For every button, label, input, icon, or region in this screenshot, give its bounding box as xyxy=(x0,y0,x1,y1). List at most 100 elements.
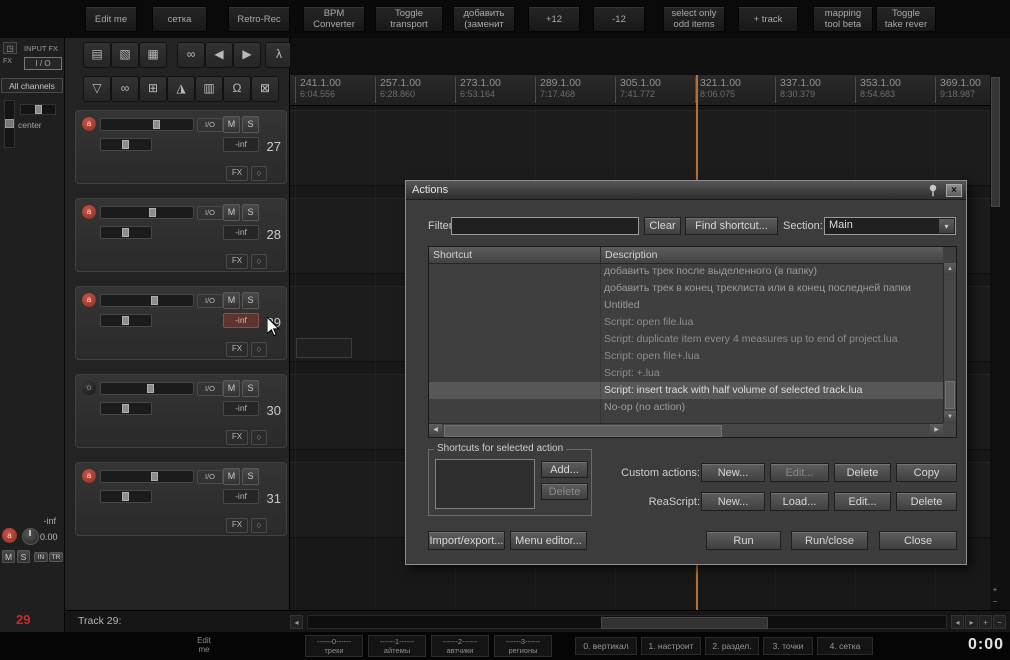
save-project-icon[interactable]: ▦ xyxy=(139,42,167,68)
horizontal-scrollbar[interactable] xyxy=(307,615,947,629)
solo-button[interactable]: S xyxy=(242,204,259,221)
all-channels-button[interactable]: All channels xyxy=(1,78,63,93)
close-button[interactable]: Close xyxy=(879,531,957,550)
toolbar-button-mapping-tool[interactable]: mapping tool beta xyxy=(813,6,873,32)
toolbar-button-select-odd-items[interactable]: select only odd items xyxy=(663,6,725,32)
column-header-description[interactable]: Description xyxy=(600,247,658,263)
action-row[interactable]: Untitled xyxy=(429,297,943,314)
fx-enable-button[interactable]: ○ xyxy=(251,518,267,533)
fx-enable-button[interactable]: ○ xyxy=(251,166,267,181)
master-record-arm-button[interactable]: a xyxy=(2,528,17,543)
timeline-ruler[interactable]: 241.1.00 6:04.556 257.1.00 6:28.860 273.1.… xyxy=(290,75,1000,106)
pan-slider[interactable] xyxy=(20,104,56,115)
toolbar-button-edit-me[interactable]: Edit me xyxy=(85,6,137,32)
action-row-selected[interactable]: Script: insert track with half volume of… xyxy=(429,382,943,399)
toolbar-button-bpm-converter[interactable]: BPM Converter xyxy=(303,6,365,32)
reascript-delete-button[interactable]: Delete xyxy=(896,492,957,511)
action-row[interactable]: No-op (no action) xyxy=(429,399,943,416)
scroll-up-icon[interactable]: ▲ xyxy=(944,263,956,275)
toolbar-button-add-replace[interactable]: добавить (заменит xyxy=(453,6,515,32)
toolbar-button-add-track[interactable]: + track xyxy=(738,6,798,32)
close-icon[interactable]: × xyxy=(946,184,962,197)
reascript-edit-button[interactable]: Edit... xyxy=(834,492,891,511)
io-button[interactable]: I/O xyxy=(197,470,223,484)
action-list[interactable]: Shortcut Description добавить трек после… xyxy=(428,246,957,438)
menu-editor-button[interactable]: Menu editor... xyxy=(510,531,587,550)
solo-button[interactable]: S xyxy=(242,468,259,485)
scroll-left-icon[interactable]: ◀ xyxy=(429,424,442,437)
action-row[interactable]: Script: open file+.lua xyxy=(429,348,943,365)
vertical-scrollbar[interactable]: + − xyxy=(990,75,1000,610)
undo-icon[interactable]: ◀ xyxy=(205,42,233,68)
filter-icon[interactable]: ▽ xyxy=(83,76,111,102)
list-horizontal-scrollbar[interactable]: ◀ ▶ xyxy=(429,423,943,437)
mute-button[interactable]: M xyxy=(223,116,240,133)
track-lane[interactable] xyxy=(290,110,990,186)
input-fx-icon[interactable]: FX xyxy=(3,58,12,65)
custom-new-button[interactable]: New... xyxy=(701,463,765,482)
record-arm-button[interactable]: a xyxy=(82,205,96,219)
zoom-out-icon[interactable]: − xyxy=(990,596,1000,607)
scroll-left-icon[interactable]: ◂ xyxy=(290,615,303,629)
pan-fader[interactable] xyxy=(100,314,152,327)
toolbar-button-retro-rec[interactable]: Retro-Rec xyxy=(228,6,290,32)
toolbar-button-minus-12[interactable]: -12 xyxy=(593,6,645,32)
custom-edit-button[interactable]: Edit... xyxy=(770,463,829,482)
bottom-toolbar-button-0[interactable]: 0. вертикал xyxy=(575,637,637,655)
section-dropdown[interactable]: Main ▾ xyxy=(824,217,956,235)
io-button[interactable]: I/O xyxy=(197,206,223,220)
scrollbar-thumb[interactable] xyxy=(991,77,1000,207)
clear-button[interactable]: Clear xyxy=(644,217,681,235)
bottom-toolbar-button-4[interactable]: 4. сетка xyxy=(817,637,873,655)
master-input-button[interactable]: IN xyxy=(34,552,48,562)
action-row[interactable]: Script: duplicate item every 4 measures … xyxy=(429,331,943,348)
bottom-toolbar-button-items[interactable]: ------1------ айтемы xyxy=(368,635,426,657)
custom-delete-button[interactable]: Delete xyxy=(834,463,891,482)
bottom-toolbar-button-2[interactable]: 2. раздел. xyxy=(705,637,759,655)
custom-copy-button[interactable]: Copy xyxy=(896,463,957,482)
snap-magnet-icon[interactable]: Ω xyxy=(223,76,251,102)
fx-button[interactable]: FX xyxy=(226,518,248,533)
envelope-icon[interactable]: λ xyxy=(265,42,293,68)
redo-icon[interactable]: ▶ xyxy=(233,42,261,68)
media-item[interactable] xyxy=(296,338,352,358)
record-arm-button[interactable]: a xyxy=(82,117,96,131)
volume-fader[interactable] xyxy=(100,382,194,395)
volume-fader[interactable] xyxy=(100,294,194,307)
fx-enable-button[interactable]: ○ xyxy=(251,430,267,445)
pin-icon[interactable] xyxy=(926,184,940,197)
hzoom-out-icon[interactable]: − xyxy=(993,615,1006,629)
monitor-icon[interactable]: ◳ xyxy=(3,42,17,54)
io-routing-button[interactable]: I / O xyxy=(24,57,62,70)
pan-fader[interactable] xyxy=(100,490,152,503)
toolbar-button-plus-12[interactable]: +12 xyxy=(528,6,580,32)
fx-button[interactable]: FX xyxy=(226,342,248,357)
master-mute-button[interactable]: M xyxy=(2,550,15,563)
scrollbar-thumb[interactable] xyxy=(945,381,955,409)
filter-input[interactable] xyxy=(451,217,639,235)
open-project-icon[interactable]: ▧ xyxy=(111,42,139,68)
bottom-edit-me-button[interactable]: Edit me xyxy=(182,636,226,654)
list-vertical-scrollbar[interactable]: ▲ ▼ xyxy=(943,263,956,423)
solo-button[interactable]: S xyxy=(242,380,259,397)
scroll-right-icon[interactable]: ▸ xyxy=(965,615,978,629)
action-row[interactable]: Script: +.lua xyxy=(429,365,943,382)
pan-fader[interactable] xyxy=(100,226,152,239)
bottom-toolbar-button-3[interactable]: 3. точки xyxy=(763,637,813,655)
lock-icon[interactable]: ⊠ xyxy=(251,76,279,102)
volume-fader[interactable] xyxy=(100,118,194,131)
action-row[interactable]: добавить трек в конец треклиста или в ко… xyxy=(429,280,943,297)
record-arm-button[interactable]: a xyxy=(82,293,96,307)
paperclip-icon[interactable]: ∞ xyxy=(177,42,205,68)
reascript-load-button[interactable]: Load... xyxy=(770,492,829,511)
fx-button[interactable]: FX xyxy=(226,254,248,269)
io-button[interactable]: I/O xyxy=(197,118,223,132)
action-row[interactable]: Script: open file.lua xyxy=(429,314,943,331)
master-mini-fader[interactable] xyxy=(4,100,15,148)
shortcuts-listbox[interactable] xyxy=(435,459,535,509)
toolbar-button-grid[interactable]: сетка xyxy=(152,6,207,32)
pan-fader[interactable] xyxy=(100,138,152,151)
run-close-button[interactable]: Run/close xyxy=(791,531,868,550)
new-project-icon[interactable]: ▤ xyxy=(83,42,111,68)
io-button[interactable]: I/O xyxy=(197,294,223,308)
